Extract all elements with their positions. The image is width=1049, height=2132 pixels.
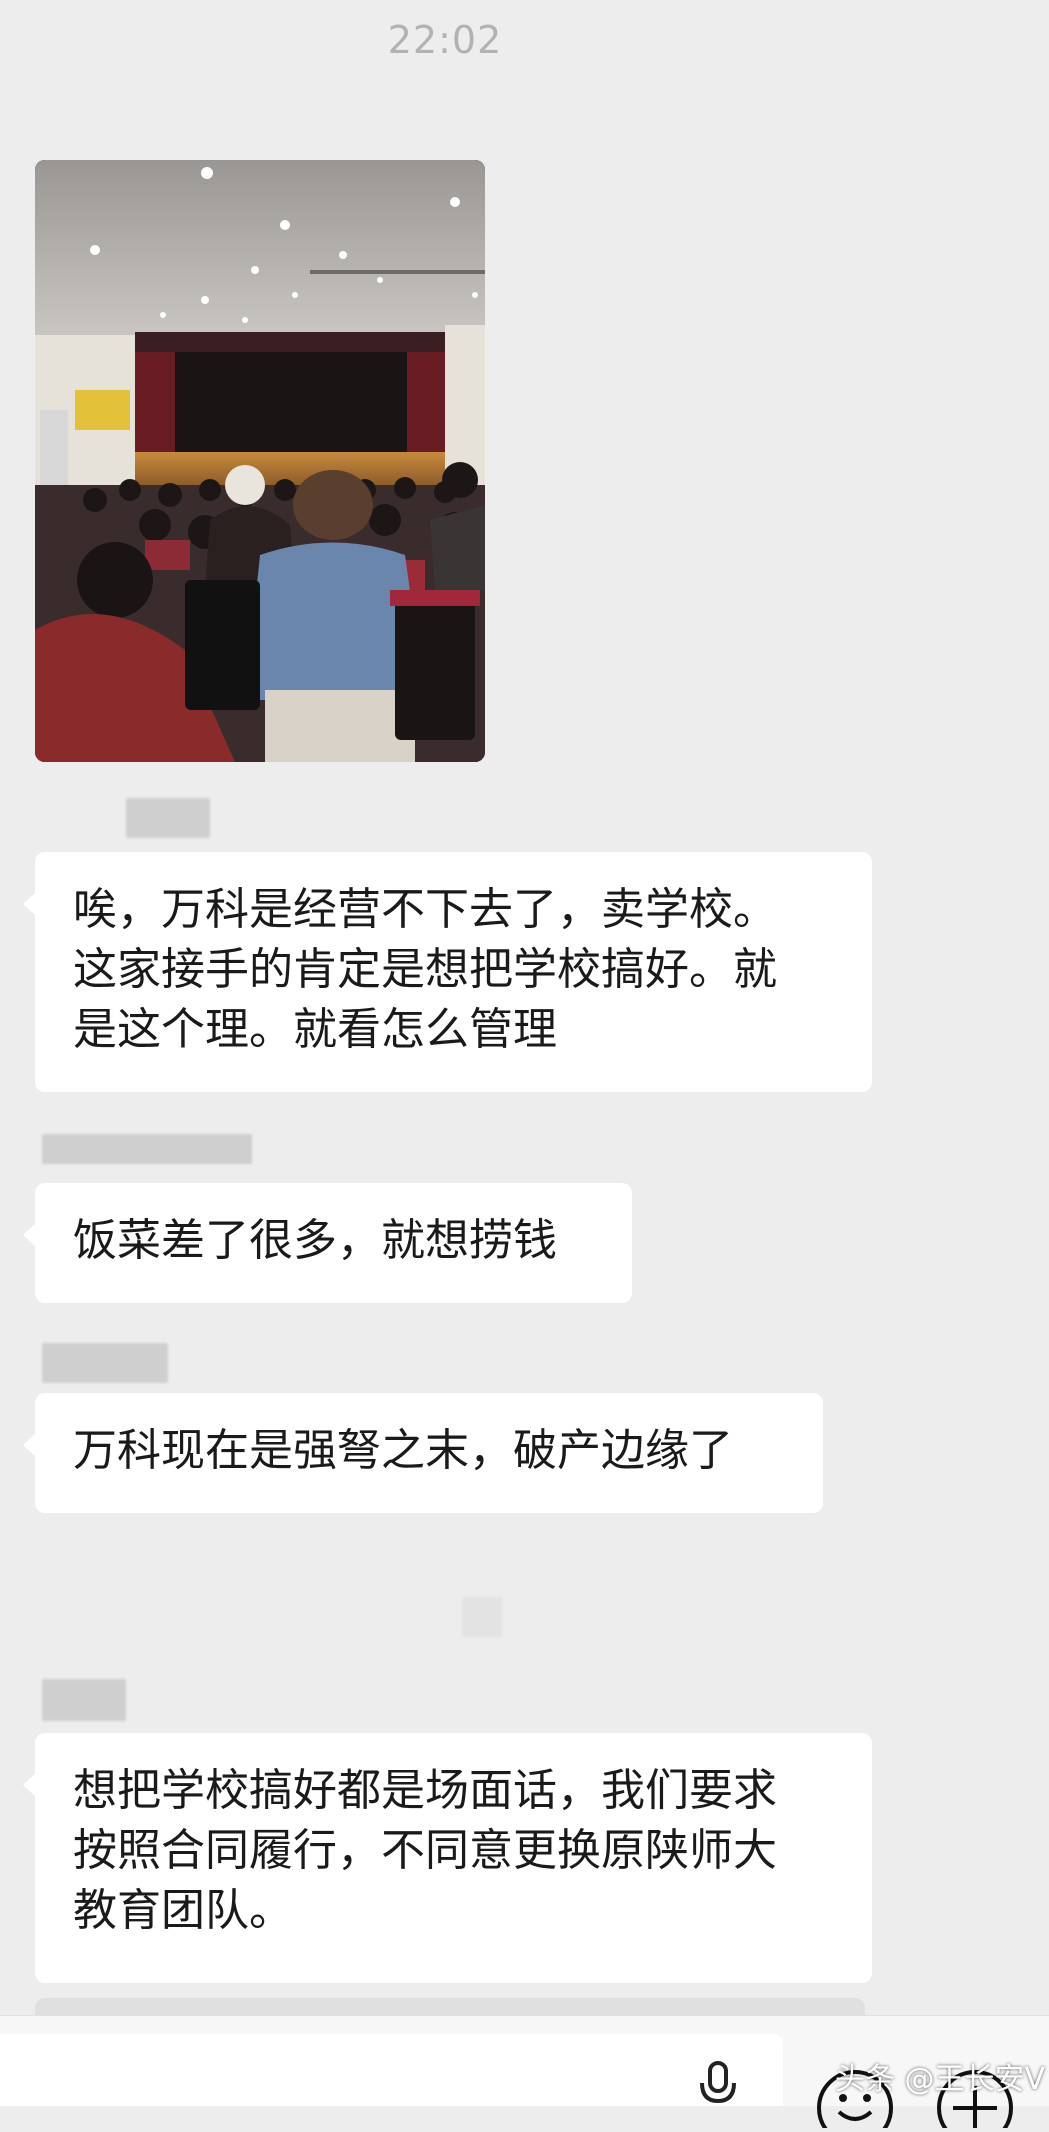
message-text: 想把学校搞好都是场面话，我们要求 按照合同履行，不同意更换原陕师大 教育团队。 — [73, 1765, 777, 1936]
message-text: 唉，万科是经营不下去了，卖学校。 这家接手的肯定是想把学校搞好。就 是这个理。就… — [73, 884, 777, 1055]
photo-message-auditorium[interactable] — [35, 160, 485, 762]
sender-name-redacted — [42, 1343, 168, 1383]
message-bubble[interactable]: 万科现在是强弩之末，破产边缘了 — [23, 1393, 823, 1513]
sender-name-redacted — [42, 1679, 126, 1721]
message-bubble[interactable]: 想把学校搞好都是场面话，我们要求 按照合同履行，不同意更换原陕师大 教育团队。 — [23, 1733, 872, 1983]
redacted-block — [462, 1597, 502, 1637]
message-bubble[interactable]: 唉，万科是经营不下去了，卖学校。 这家接手的肯定是想把学校搞好。就 是这个理。就… — [23, 852, 872, 1092]
sender-name-redacted — [42, 1134, 252, 1164]
message-bubble[interactable]: 饭菜差了很多，就想捞钱 — [23, 1183, 632, 1303]
sender-name-redacted — [126, 798, 210, 838]
message-text: 饭菜差了很多，就想捞钱 — [73, 1215, 557, 1266]
watermark-text: 头条 @王长安V — [835, 2062, 1046, 2097]
auditorium-photo — [35, 160, 485, 762]
microphone-icon[interactable] — [695, 2061, 741, 2111]
message-input[interactable] — [0, 2034, 783, 2106]
timestamp: 22:02 — [387, 18, 503, 62]
message-text: 万科现在是强弩之末，破产边缘了 — [73, 1425, 733, 1476]
